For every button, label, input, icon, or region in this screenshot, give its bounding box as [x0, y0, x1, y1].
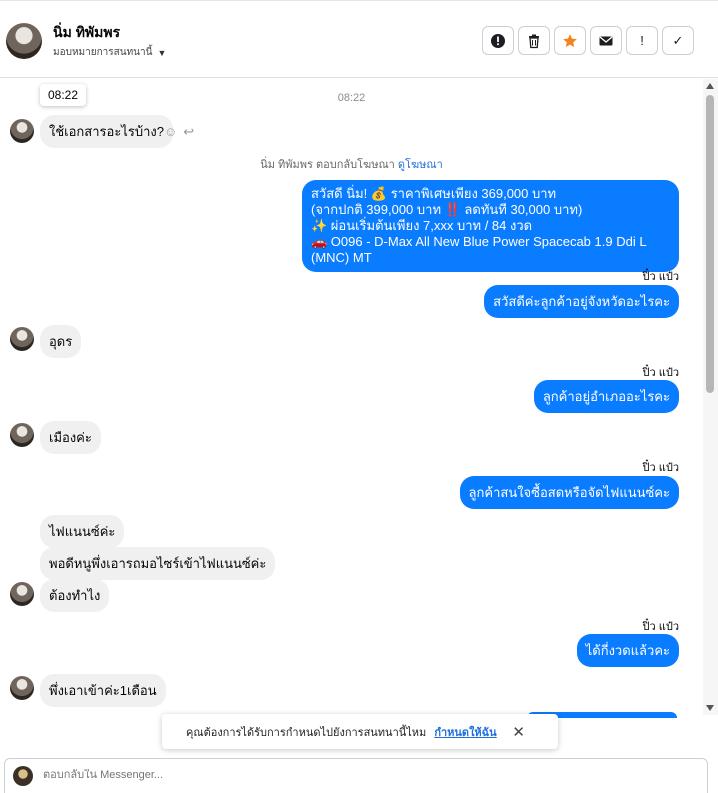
trash-icon	[529, 34, 539, 48]
message-incoming[interactable]: พึ่งเอาเข้าค่ะ1เดือน	[40, 674, 166, 707]
message-incoming[interactable]: พอดีหนูพึ่งเอารถมอไซร์เข้าไฟแนนซ์ค่ะ	[40, 547, 276, 580]
view-ad-link[interactable]: ดูโฆษณา	[398, 159, 443, 171]
conversation-header: นิ่ม ทิพัมพร มอบหมายการสนทนานี้ ▼ ! ✓	[0, 0, 718, 78]
contact-name[interactable]: นิ่ม ทิพัมพร	[53, 22, 120, 44]
important-button[interactable]: !	[626, 26, 658, 55]
scroll-down-arrow-icon[interactable]	[706, 705, 714, 711]
ad-message-outgoing[interactable]: สวัสดี นิ่ม! 💰 ราคาพิเศษเพียง 369,000 บา…	[302, 180, 679, 272]
message-incoming[interactable]: อุดร	[40, 325, 82, 358]
message-actions: ☺ ↩	[164, 124, 194, 140]
exclamation-icon: !	[640, 33, 644, 48]
mark-done-button[interactable]: ✓	[662, 26, 694, 55]
page-avatar	[13, 766, 33, 786]
spam-alert-button[interactable]	[482, 26, 514, 55]
scroll-up-arrow-icon[interactable]	[706, 83, 714, 89]
message-incoming[interactable]: ใช้เอกสารอะไรบ้าง?	[40, 115, 173, 148]
sender-avatar[interactable]	[10, 676, 34, 700]
envelope-icon	[599, 36, 613, 45]
sender-name: ปิ๋ว แป๋ว	[642, 462, 679, 474]
ad-line: 🚗 O096 - D-Max All New Blue Power Spacec…	[311, 234, 647, 265]
assign-prompt-text: คุณต้องการได้รับการกำหนดไปยังการสนทนานี้…	[186, 726, 427, 739]
sender-name: ปิ๋ว แป๋ว	[642, 621, 679, 633]
reply-input[interactable]	[43, 769, 543, 781]
caret-down-icon: ▼	[157, 47, 167, 58]
message-incoming[interactable]: ต้องทำไง	[40, 579, 110, 612]
scroll-thumb[interactable]	[706, 95, 714, 393]
timestamp-divider: 08:22	[337, 92, 366, 104]
ad-line: (จากปกติ 399,000 บาท ‼️ ลดทันที 30,000 บ…	[311, 202, 583, 217]
message-thread[interactable]: 08:22 08:22 ใช้เอกสารอะไรบ้าง? ☺ ↩ นิ่ม …	[0, 79, 703, 712]
message-outgoing[interactable]: ได้กี่งวดแล้วคะ	[576, 634, 679, 667]
sender-name: ปิ๋ว แป๋ว	[642, 367, 679, 379]
assign-conversation-dropdown[interactable]: มอบหมายการสนทนานี้ ▼	[53, 45, 166, 60]
chat-scrollbar[interactable]	[703, 79, 718, 715]
alert-circle-icon	[491, 33, 505, 48]
ad-reply-text: นิ่ม ทิพัมพร ตอบกลับโฆษณา	[260, 159, 395, 171]
ad-line: สวัสดี นิ่ม! 💰 ราคาพิเศษเพียง 369,000 บา…	[311, 186, 557, 201]
message-incoming[interactable]: เมืองค่ะ	[40, 421, 101, 454]
star-button[interactable]	[554, 26, 586, 55]
sender-avatar[interactable]	[10, 582, 34, 606]
star-icon	[563, 33, 577, 47]
sender-avatar[interactable]	[10, 119, 34, 143]
reply-arrow-icon[interactable]: ↩	[183, 124, 194, 140]
contact-avatar[interactable]	[6, 23, 42, 59]
message-outgoing[interactable]: ลูกค้าอยู่อำเภออะไรคะ	[533, 380, 679, 413]
check-icon: ✓	[672, 32, 684, 48]
reply-composer	[4, 758, 708, 793]
mark-unread-button[interactable]	[590, 26, 622, 55]
sender-name: ปิ๋ว แป๋ว	[642, 271, 679, 283]
assign-label: มอบหมายการสนทนานี้	[53, 47, 153, 58]
delete-button[interactable]	[518, 26, 550, 55]
message-incoming[interactable]: ไฟแนนซ์ค่ะ	[40, 515, 125, 548]
conversation-toolbar: ! ✓	[482, 26, 694, 55]
sender-avatar[interactable]	[10, 423, 34, 447]
sender-avatar[interactable]	[10, 327, 34, 351]
message-outgoing[interactable]: สวัสดีค่ะลูกค้าอยู่จังหวัดอะไรคะ	[484, 285, 679, 318]
message-outgoing[interactable]: ลูกค้าสนใจซื้อสดหรือจัดไฟแนนซ์คะ	[459, 476, 679, 509]
react-smiley-icon[interactable]: ☺	[164, 124, 177, 140]
close-icon[interactable]: ✕	[512, 723, 525, 741]
ad-line: ✨ ผ่อนเริ่มต้นเพียง 7,xxx บาท / 84 งวด	[311, 218, 533, 233]
ad-reply-note: นิ่ม ทิพัมพร ตอบกลับโฆษณา ดูโฆษณา	[0, 155, 703, 173]
assign-to-me-link[interactable]: กำหนดให้ฉัน	[434, 723, 496, 741]
assign-prompt: คุณต้องการได้รับการกำหนดไปยังการสนทนานี้…	[162, 714, 558, 749]
